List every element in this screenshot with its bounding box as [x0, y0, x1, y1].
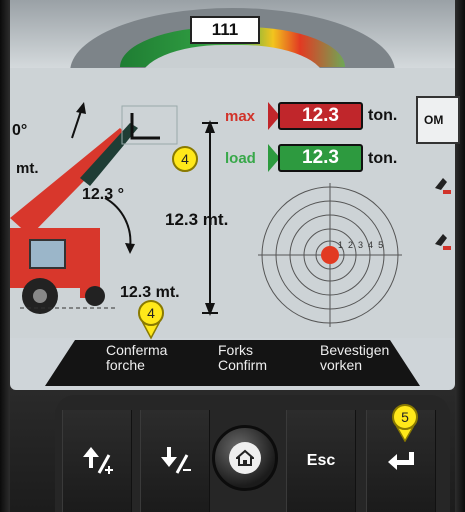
ring-label: 2	[348, 240, 354, 250]
target-diagram	[258, 183, 402, 327]
esc-label: Esc	[306, 452, 336, 469]
load-unit: ton.	[368, 150, 398, 167]
home-icon	[236, 449, 254, 466]
load-label: load	[225, 150, 256, 167]
marker-label: 4	[138, 300, 164, 326]
softkey-label-forks-en: Forks Confirm	[218, 342, 268, 373]
forks-icon	[130, 113, 160, 140]
increase-button[interactable]	[62, 410, 132, 512]
max-label: max	[225, 108, 256, 125]
home-button-face	[229, 442, 261, 474]
load-value: 12.3	[278, 144, 363, 172]
tilt-icon-lower	[435, 234, 451, 250]
ring-label: 4	[368, 240, 374, 250]
home-button[interactable]	[212, 425, 278, 491]
esc-button[interactable]: Esc	[286, 410, 356, 512]
ring-label: 3	[358, 240, 364, 250]
boom-angle-label: 12.3 °	[82, 186, 124, 203]
lift-height-label: 12.3 mt.	[165, 210, 229, 229]
left-reach-label: mt.	[16, 160, 39, 177]
softkey-label-forks-it: Conferma forche	[106, 342, 168, 373]
display-root: 111 1 2 3 4 5 0° mt. 12.3 ° 12.3 mt. 12.…	[0, 0, 465, 512]
enter-arrow-icon	[388, 452, 414, 470]
ring-label: 5	[378, 240, 384, 250]
max-unit: ton.	[368, 107, 398, 124]
arrow-up-plus-icon	[83, 447, 113, 474]
left-angle-label: 0°	[12, 122, 28, 139]
telehandler-icon	[10, 123, 138, 314]
arrow-down-minus-icon	[161, 447, 191, 474]
marker-enter: 5	[392, 404, 418, 430]
decrease-button[interactable]	[140, 410, 210, 512]
mode-button[interactable]: OM	[416, 96, 460, 144]
marker-boom: 4	[172, 146, 198, 172]
ring-label: 1	[338, 240, 344, 250]
tilt-icon-upper	[435, 178, 451, 194]
counter-display: 111	[190, 16, 260, 44]
max-value: 12.3	[278, 102, 363, 130]
target-ring-labels: 1 2 3 4 5	[338, 240, 383, 250]
softkey-label-forks-nl: Bevestigen vorken	[320, 342, 390, 373]
